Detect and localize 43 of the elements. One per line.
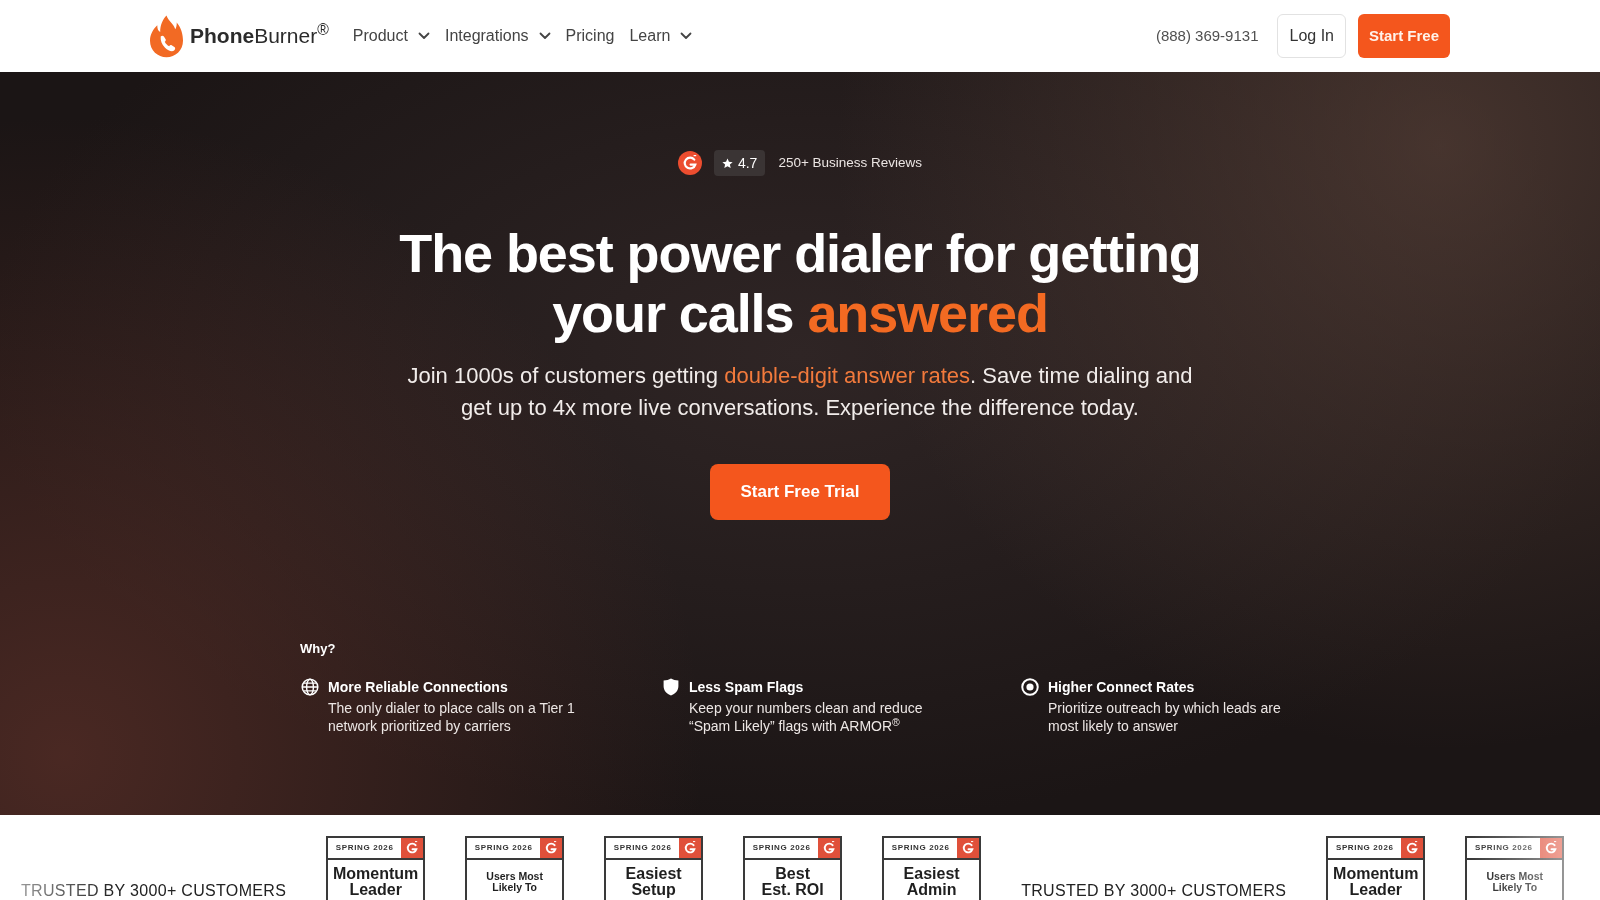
badge-season: SPRING 2026 <box>612 842 673 854</box>
badge-title: Easiest Setup <box>624 866 683 898</box>
badge-season: SPRING 2026 <box>890 842 951 854</box>
feature-description: Prioritize outreach by which leads are most likely to answer <box>1048 699 1282 735</box>
badge-title: Easiest Admin <box>902 866 961 898</box>
log-in-button[interactable]: Log In <box>1277 14 1346 58</box>
nav-dropdown[interactable]: Integrations <box>444 26 551 46</box>
review-count: 250+ Business Reviews <box>778 154 923 172</box>
badge-title: Users Most Likely To <box>485 871 544 893</box>
g2-logo-icon <box>677 151 702 175</box>
trust-tagline: TRUSTED BY 3000+ CUSTOMERS <box>1021 883 1287 899</box>
section-label: Why? <box>300 640 337 658</box>
hero-headline: The best power dialer for getting your calls answered <box>398 223 1202 343</box>
badge-title: Best Est. ROI <box>760 866 825 898</box>
target-icon <box>1021 678 1039 696</box>
star-icon <box>721 157 733 169</box>
feature-title: Higher Connect Rates <box>1048 678 1196 697</box>
badge-season: SPRING 2026 <box>334 842 395 854</box>
chevron-down-icon <box>680 32 693 40</box>
feature-title: Less Spam Flags <box>689 678 805 697</box>
trust-tagline: TRUSTED BY 3000+ CUSTOMERS <box>21 883 287 899</box>
nav-dropdown[interactable]: Product <box>352 26 430 46</box>
badge-title: Momentum Leader <box>331 866 420 898</box>
globe-icon <box>301 678 319 696</box>
phone-number-link[interactable]: (888) 369-9131 <box>1155 27 1259 44</box>
feature-description: The only dialer to place calls on a Tier 1 network prioritized by carriers <box>328 699 576 735</box>
shield-icon <box>662 678 680 696</box>
feature-title: More Reliable Connections <box>328 678 509 697</box>
hero-subtitle: Join 1000s of customers getting double-digit answer rates. Save time dialing and get up to 4x more live conversations. Experience the difference today. <box>406 362 1194 422</box>
badge-season: SPRING 2026 <box>1473 842 1534 854</box>
badge-season: SPRING 2026 <box>1334 842 1395 854</box>
chevron-down-icon <box>417 32 430 40</box>
chevron-down-icon <box>538 32 551 40</box>
badge-season: SPRING 2026 <box>751 842 812 854</box>
nav-dropdown[interactable]: Learn <box>629 26 693 46</box>
flame-logo-icon <box>150 14 183 58</box>
nav-link[interactable]: Pricing <box>565 26 615 46</box>
badge-title: Momentum Leader <box>1332 866 1420 898</box>
feature-description: Keep your numbers clean and reduce “Spam Likely” flags with ARMOR$^{®}$ <box>689 699 924 735</box>
badge-season: SPRING 2026 <box>473 842 534 854</box>
rating-score: 4.7 <box>737 154 758 172</box>
logo-wordmark: PhoneBurner$^{®}$ <box>190 24 329 48</box>
badge-title: Users Most Likely To <box>1485 871 1545 893</box>
